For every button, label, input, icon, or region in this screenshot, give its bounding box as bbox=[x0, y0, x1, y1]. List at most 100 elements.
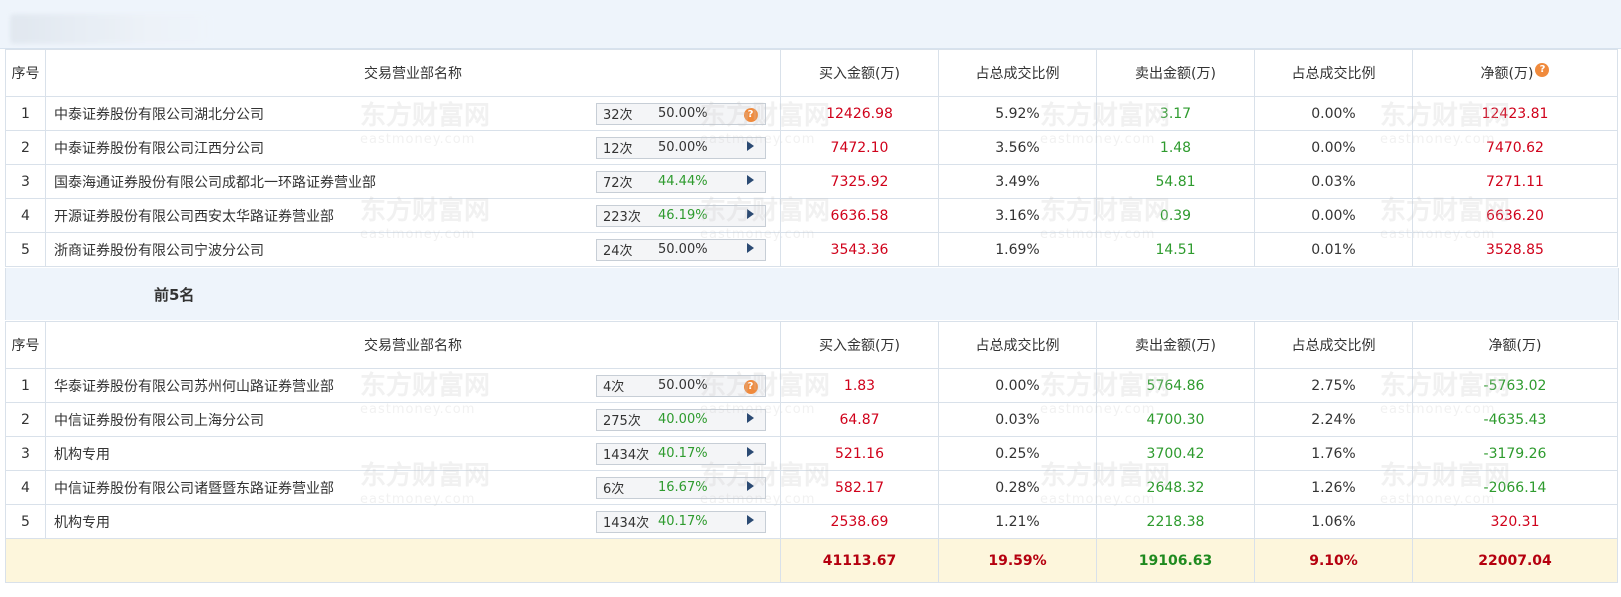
col-sell-ratio: 占总成交比例 bbox=[1254, 49, 1413, 97]
seat-times: 6次 bbox=[603, 482, 625, 497]
row-index: 2 bbox=[5, 130, 46, 165]
seat-win-rate: 50.00% bbox=[658, 378, 708, 393]
arrow-right-icon[interactable] bbox=[747, 413, 754, 423]
net-amount: 7470.62 bbox=[1412, 130, 1618, 165]
branch-name[interactable]: 浙商证券股份有限公司宁波分公司 bbox=[54, 240, 264, 260]
sell-ratio: 0.03% bbox=[1254, 164, 1413, 199]
seat-stats-toggle[interactable]: 6次 16.67% bbox=[596, 476, 766, 499]
seat-times: 24次 bbox=[603, 244, 633, 259]
buy-table-header: 序号 交易营业部名称 买入金额(万) 占总成交比例 卖出金额(万) 占总成交比例… bbox=[5, 49, 1618, 97]
row-index: 5 bbox=[5, 232, 46, 267]
sell-amount: 5764.86 bbox=[1096, 368, 1255, 403]
col-net[interactable]: 净额(万)? bbox=[1412, 49, 1618, 97]
seat-win-rate: 40.17% bbox=[658, 446, 708, 461]
col-sell-amount[interactable]: 卖出金额(万) bbox=[1096, 49, 1255, 97]
arrow-right-icon[interactable] bbox=[747, 481, 754, 491]
net-amount: -2066.14 bbox=[1412, 470, 1618, 505]
seat-times: 12次 bbox=[603, 142, 633, 157]
sell-amount: 3700.42 bbox=[1096, 436, 1255, 471]
net-amount: 7271.11 bbox=[1412, 164, 1618, 199]
table-row[interactable]: 4 开源证券股份有限公司西安太华路证券营业部 223次 46.19% 6636.58 3.… bbox=[5, 198, 1618, 233]
buy-ratio: 0.00% bbox=[938, 368, 1097, 403]
buy-amount: 12426.98 bbox=[780, 96, 939, 131]
branch-name[interactable]: 国泰海通证券股份有限公司成都北一环路证券营业部 bbox=[54, 172, 376, 192]
table-row[interactable]: 3 机构专用 1434次 40.17% 521.16 0.25% 3700.42 1.76% -… bbox=[5, 436, 1618, 471]
col-buy-amount[interactable]: 买入金额(万) bbox=[780, 321, 939, 369]
table-row[interactable]: 3 国泰海通证券股份有限公司成都北一环路证券营业部 72次 44.44% 7325.92… bbox=[5, 164, 1618, 199]
arrow-right-icon[interactable] bbox=[747, 447, 754, 457]
buy-amount: 7325.92 bbox=[780, 164, 939, 199]
arrow-right-icon[interactable] bbox=[747, 141, 754, 151]
buy-ratio: 0.03% bbox=[938, 402, 1097, 437]
sell-amount: 0.39 bbox=[1096, 198, 1255, 233]
branch-name[interactable]: 中信证券股份有限公司上海分公司 bbox=[54, 410, 264, 430]
sell-seat-table: 序号 交易营业部名称 买入金额(万) 占总成交比例 卖出金额(万) 占总成交比例… bbox=[5, 321, 1618, 583]
table-row[interactable]: 1 华泰证券股份有限公司苏州何山路证券营业部 4次 50.00%? 1.83 0.00% 5… bbox=[5, 368, 1618, 403]
arrow-right-icon[interactable] bbox=[747, 175, 754, 185]
seat-stats-toggle[interactable]: 12次 50.00% bbox=[596, 136, 766, 159]
total-buy: 41113.67 bbox=[780, 538, 939, 583]
seat-stats-toggle[interactable]: 1434次 40.17% bbox=[596, 442, 766, 465]
table-row[interactable]: 4 中信证券股份有限公司诸暨暨东路证券营业部 6次 16.67% 582.17 0.28%… bbox=[5, 470, 1618, 505]
buy-ratio: 1.21% bbox=[938, 504, 1097, 539]
net-amount: -4635.43 bbox=[1412, 402, 1618, 437]
branch-name[interactable]: 机构专用 bbox=[54, 512, 110, 532]
seat-times: 275次 bbox=[603, 414, 641, 429]
table-row[interactable]: 2 中泰证券股份有限公司江西分公司 12次 50.00% 7472.10 3.56% 1.4… bbox=[5, 130, 1618, 165]
arrow-right-icon[interactable] bbox=[747, 209, 754, 219]
branch-name[interactable]: 华泰证券股份有限公司苏州何山路证券营业部 bbox=[54, 376, 334, 396]
seat-stats-toggle[interactable]: 1434次 40.17% bbox=[596, 510, 766, 533]
seat-times: 32次 bbox=[603, 108, 633, 123]
seat-stats-toggle[interactable]: 32次 50.00%? bbox=[596, 102, 766, 125]
row-index: 1 bbox=[5, 96, 46, 131]
col-net[interactable]: 净额(万) bbox=[1412, 321, 1618, 369]
arrow-right-icon[interactable] bbox=[747, 243, 754, 253]
branch-name[interactable]: 中泰证券股份有限公司湖北分公司 bbox=[54, 104, 264, 124]
row-index: 3 bbox=[5, 164, 46, 199]
buy-amount: 521.16 bbox=[780, 436, 939, 471]
seat-stats-toggle[interactable]: 72次 44.44% bbox=[596, 170, 766, 193]
help-icon[interactable]: ? bbox=[1535, 63, 1550, 77]
seat-win-rate: 50.00% bbox=[658, 242, 708, 257]
table-row[interactable]: 2 中信证券股份有限公司上海分公司 275次 40.00% 64.87 0.03% 4700… bbox=[5, 402, 1618, 437]
sell-ratio: 1.26% bbox=[1254, 470, 1413, 505]
row-index: 4 bbox=[5, 198, 46, 233]
branch-name[interactable]: 中信证券股份有限公司诸暨暨东路证券营业部 bbox=[54, 478, 334, 498]
seat-stats-toggle[interactable]: 24次 50.00% bbox=[596, 238, 766, 261]
branch-cell: 开源证券股份有限公司西安太华路证券营业部 223次 46.19% bbox=[45, 198, 781, 233]
total-net: 22007.04 bbox=[1412, 538, 1618, 583]
branch-name[interactable]: 开源证券股份有限公司西安太华路证券营业部 bbox=[54, 206, 334, 226]
branch-name[interactable]: 中泰证券股份有限公司江西分公司 bbox=[54, 138, 264, 158]
buy-ratio: 3.49% bbox=[938, 164, 1097, 199]
buy-ratio: 1.69% bbox=[938, 232, 1097, 267]
sell-amount: 4700.30 bbox=[1096, 402, 1255, 437]
sell-ratio: 0.00% bbox=[1254, 96, 1413, 131]
sell-table-header: 序号 交易营业部名称 买入金额(万) 占总成交比例 卖出金额(万) 占总成交比例… bbox=[5, 321, 1618, 369]
col-sell-amount[interactable]: 卖出金额(万) bbox=[1096, 321, 1255, 369]
sell-amount: 3.17 bbox=[1096, 96, 1255, 131]
table-row[interactable]: 5 浙商证券股份有限公司宁波分公司 24次 50.00% 3543.36 1.69% 14.… bbox=[5, 232, 1618, 267]
help-icon[interactable]: ? bbox=[743, 107, 758, 122]
col-buy-amount[interactable]: 买入金额(万) bbox=[780, 49, 939, 97]
branch-cell: 中信证券股份有限公司上海分公司 275次 40.00% bbox=[45, 402, 781, 437]
branch-cell: 中信证券股份有限公司诸暨暨东路证券营业部 6次 16.67% bbox=[45, 470, 781, 505]
col-sell-ratio: 占总成交比例 bbox=[1254, 321, 1413, 369]
sell-amount: 2218.38 bbox=[1096, 504, 1255, 539]
buy-amount: 7472.10 bbox=[780, 130, 939, 165]
sell-amount: 54.81 bbox=[1096, 164, 1255, 199]
branch-name[interactable]: 机构专用 bbox=[54, 444, 110, 464]
buy-ratio: 0.25% bbox=[938, 436, 1097, 471]
table-row[interactable]: 5 机构专用 1434次 40.17% 2538.69 1.21% 2218.38 1.06%… bbox=[5, 504, 1618, 539]
seat-stats-toggle[interactable]: 275次 40.00% bbox=[596, 408, 766, 431]
table-row[interactable]: 1 中泰证券股份有限公司湖北分公司 32次 50.00%? 12426.98 5.92% 3… bbox=[5, 96, 1618, 131]
help-icon[interactable]: ? bbox=[743, 379, 758, 394]
seat-stats-toggle[interactable]: 4次 50.00%? bbox=[596, 374, 766, 397]
sell-amount: 1.48 bbox=[1096, 130, 1255, 165]
seat-stats-toggle[interactable]: 223次 46.19% bbox=[596, 204, 766, 227]
arrow-right-icon[interactable] bbox=[747, 515, 754, 525]
sell-ratio: 0.00% bbox=[1254, 198, 1413, 233]
total-buy-ratio: 19.59% bbox=[938, 538, 1097, 583]
dragon-tiger-board: 序号 交易营业部名称 买入金额(万) 占总成交比例 卖出金额(万) 占总成交比例… bbox=[0, 0, 1621, 597]
buy-amount: 3543.36 bbox=[780, 232, 939, 267]
seat-win-rate: 44.44% bbox=[658, 174, 708, 189]
